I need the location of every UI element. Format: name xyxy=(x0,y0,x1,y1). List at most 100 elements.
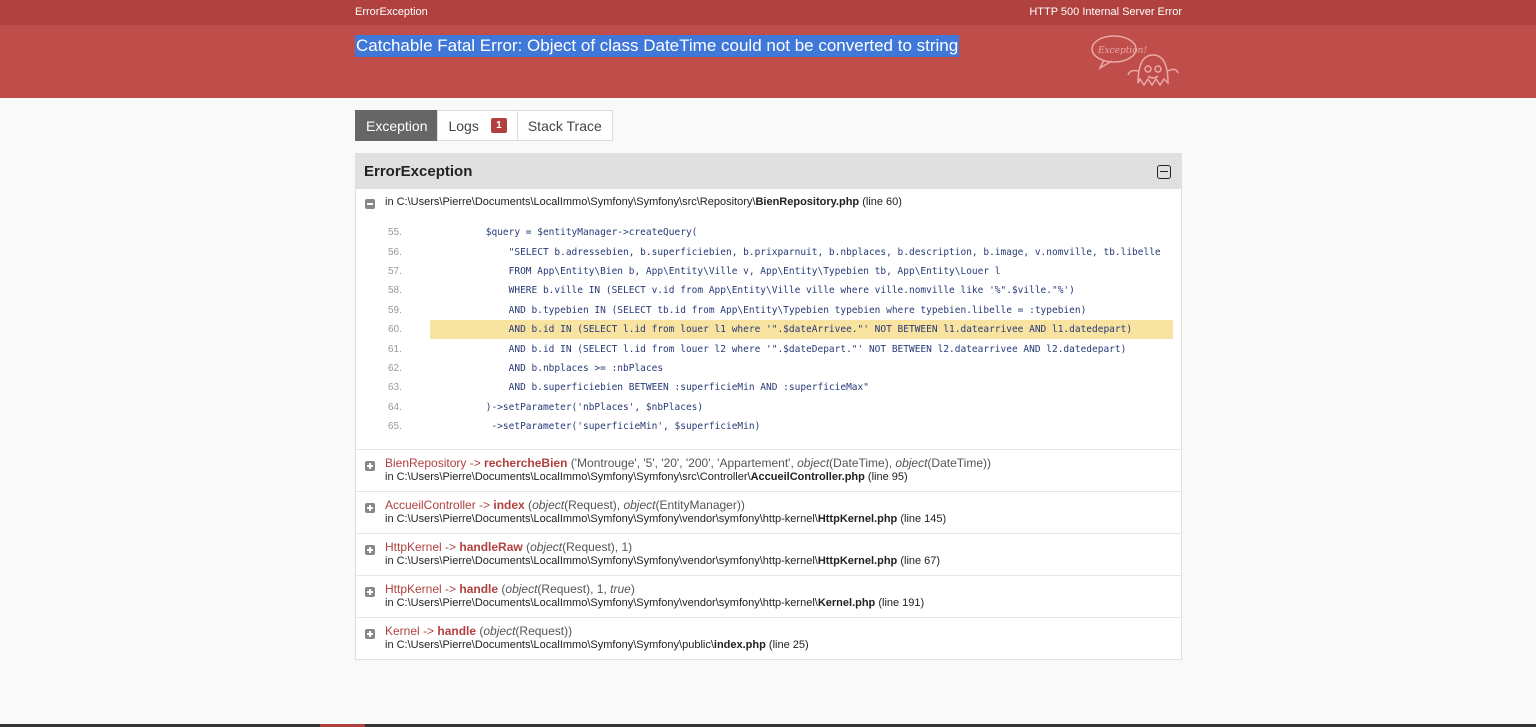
code-line-number: 63. xyxy=(388,382,402,394)
trace-path: in C:\Users\Pierre\Documents\LocalImmo\S… xyxy=(385,513,818,526)
code-line-text: )->setParameter('nbPlaces', $nbPlaces) xyxy=(440,401,704,413)
logs-count-badge: 1 xyxy=(490,118,507,133)
code-line-text: "SELECT b.adressebien, b.superficiebien,… xyxy=(440,246,1161,258)
exception-panel: ErrorException in C:\Users\Pierre\Docume… xyxy=(355,153,1182,661)
code-line-number: 62. xyxy=(388,362,402,374)
code-line-number: 55. xyxy=(388,227,402,239)
trace-function: handle xyxy=(459,582,499,597)
trace-args: (object(Request), object(EntityManager)) xyxy=(524,498,745,513)
trace-args: (object(Request), 1) xyxy=(522,540,633,555)
trace-class: HttpKernel xyxy=(385,540,442,555)
trace-class: BienRepository xyxy=(385,456,467,471)
tab-logs-label: Logs xyxy=(448,117,479,134)
collapse-trace-icon[interactable] xyxy=(365,199,375,209)
trace-function: rechercheBien xyxy=(484,456,568,471)
tab-stack-trace[interactable]: Stack Trace xyxy=(516,110,613,141)
code-line-text: AND b.superficiebien BETWEEN :superficie… xyxy=(440,382,869,394)
code-line: 58. WHERE b.ville IN (SELECT v.id from A… xyxy=(364,281,1173,300)
code-line-text: WHERE b.ville IN (SELECT v.id from App\E… xyxy=(440,285,1075,297)
code-line: 63. AND b.superficiebien BETWEEN :superf… xyxy=(364,378,1173,397)
trace-line: (line 95) xyxy=(864,471,908,484)
code-line: 56. "SELECT b.adressebien, b.superficieb… xyxy=(364,242,1173,261)
trace-args: (object(Request)) xyxy=(476,624,573,639)
trace-file: HttpKernel.php xyxy=(817,555,898,568)
trace-line: (line 67) xyxy=(897,555,941,568)
expand-trace-icon[interactable] xyxy=(365,587,375,598)
code-excerpt: 55. $query = $entityManager->createQuery… xyxy=(364,223,1173,436)
code-line-number: 57. xyxy=(388,265,402,277)
expand-trace-icon[interactable] xyxy=(365,629,375,640)
trace-location: in C:\Users\Pierre\Documents\LocalImmo\S… xyxy=(385,512,1173,526)
code-line: 61. AND b.id IN (SELECT l.id from louer … xyxy=(364,339,1173,358)
ghost-speech-text: Exception! xyxy=(1097,46,1147,56)
code-line-text: FROM App\Entity\Bien b, App\Entity\Ville… xyxy=(440,265,1001,277)
exception-message[interactable]: Catchable Fatal Error: Object of class D… xyxy=(355,35,960,57)
code-line-number: 61. xyxy=(388,343,402,355)
exception-ghost-logo: Exception! xyxy=(1091,35,1179,87)
http-status: HTTP 500 Internal Server Error xyxy=(1029,6,1182,18)
code-line: 59. AND b.typebien IN (SELECT tb.id from… xyxy=(364,301,1173,320)
code-line: 65. ->setParameter('superficieMin', $sup… xyxy=(364,417,1173,436)
trace-item[interactable]: HttpKernel -> handle (object(Request), 1… xyxy=(356,576,1181,619)
trace-class: HttpKernel xyxy=(385,582,442,597)
trace-class: AccueilController xyxy=(385,498,476,513)
code-line-number: 60. xyxy=(388,324,402,336)
trace-function: handleRaw xyxy=(459,540,523,555)
expand-trace-icon[interactable] xyxy=(365,545,375,556)
tab-exception[interactable]: Exception xyxy=(355,110,439,141)
trace-arrow: -> xyxy=(441,540,460,555)
trace-location: in C:\Users\Pierre\Documents\LocalImmo\S… xyxy=(385,195,1173,209)
code-line: 60. AND b.id IN (SELECT l.id from louer … xyxy=(364,319,1173,340)
code-line-text: ->setParameter('superficieMin', $superfi… xyxy=(440,421,761,433)
trace-line: (line 191) xyxy=(875,597,925,610)
code-line-text: AND b.typebien IN (SELECT tb.id from App… xyxy=(440,304,1087,316)
trace-path: in C:\Users\Pierre\Documents\LocalImmo\S… xyxy=(385,196,756,208)
trace-file: Kernel.php xyxy=(817,597,876,610)
trace-call: HttpKernel -> handleRaw (object(Request)… xyxy=(385,540,1173,554)
trace-path: in C:\Users\Pierre\Documents\LocalImmo\S… xyxy=(385,597,818,610)
trace-line: (line 60) xyxy=(862,196,902,208)
code-line: 57. FROM App\Entity\Bien b, App\Entity\V… xyxy=(364,262,1173,281)
trace-location: in C:\Users\Pierre\Documents\LocalImmo\S… xyxy=(385,554,1173,568)
code-line-number: 56. xyxy=(388,246,402,258)
panel-header: ErrorException xyxy=(356,154,1181,189)
code-line-number: 64. xyxy=(388,401,402,413)
trace-file: AccueilController.php xyxy=(750,471,865,484)
code-line-number: 65. xyxy=(388,421,402,433)
trace-file: BienRepository.php xyxy=(755,196,860,208)
collapse-panel-icon[interactable] xyxy=(1157,164,1171,179)
trace-item[interactable]: BienRepository -> rechercheBien ('Montro… xyxy=(356,450,1181,493)
trace-args: ('Montrouge', '5', '20', '200', 'Apparte… xyxy=(567,456,991,471)
tab-exception-label: Exception xyxy=(366,117,428,134)
code-line-text: $query = $entityManager->createQuery( xyxy=(440,227,698,239)
trace-path: in C:\Users\Pierre\Documents\LocalImmo\S… xyxy=(385,639,714,652)
trace-line: (line 25) xyxy=(765,639,809,652)
code-line-number: 59. xyxy=(388,304,402,316)
trace-path: in C:\Users\Pierre\Documents\LocalImmo\S… xyxy=(385,471,751,484)
trace-line: (line 145) xyxy=(897,513,947,526)
trace-call: Kernel -> handle (object(Request)) xyxy=(385,624,1173,638)
trace-location: in C:\Users\Pierre\Documents\LocalImmo\S… xyxy=(385,470,1173,484)
code-line: 62. AND b.nbplaces >= :nbPlaces xyxy=(364,359,1173,378)
code-line: 64. )->setParameter('nbPlaces', $nbPlace… xyxy=(364,398,1173,417)
code-line-number: 58. xyxy=(388,285,402,297)
trace-call: AccueilController -> index (object(Reque… xyxy=(385,498,1173,512)
code-line: 55. $query = $entityManager->createQuery… xyxy=(364,223,1173,242)
exception-tabs: Exception Logs 1 Stack Trace xyxy=(355,110,613,141)
trace-item[interactable]: HttpKernel -> handleRaw (object(Request)… xyxy=(356,534,1181,577)
code-line-text: AND b.nbplaces >= :nbPlaces xyxy=(440,362,664,374)
trace-item[interactable]: AccueilController -> index (object(Reque… xyxy=(356,492,1181,535)
trace-item[interactable]: Kernel -> handle (object(Request)) in C:\… xyxy=(356,618,1181,659)
tab-stack-trace-label: Stack Trace xyxy=(527,117,602,134)
http-status-text: Internal Server Error xyxy=(1082,6,1182,18)
expand-trace-icon[interactable] xyxy=(365,461,375,472)
trace-file: index.php xyxy=(713,639,766,652)
trace-path: in C:\Users\Pierre\Documents\LocalImmo\S… xyxy=(385,555,818,568)
trace-arrow: -> xyxy=(419,624,438,639)
trace-call: HttpKernel -> handle (object(Request), 1… xyxy=(385,582,1173,596)
trace-call: BienRepository -> rechercheBien ('Montro… xyxy=(385,456,1173,470)
tab-logs[interactable]: Logs 1 xyxy=(437,110,518,141)
expand-trace-icon[interactable] xyxy=(365,503,375,514)
code-line-text: AND b.id IN (SELECT l.id from louer l1 w… xyxy=(430,319,1173,340)
trace-item-expanded: in C:\Users\Pierre\Documents\LocalImmo\S… xyxy=(356,189,1181,451)
